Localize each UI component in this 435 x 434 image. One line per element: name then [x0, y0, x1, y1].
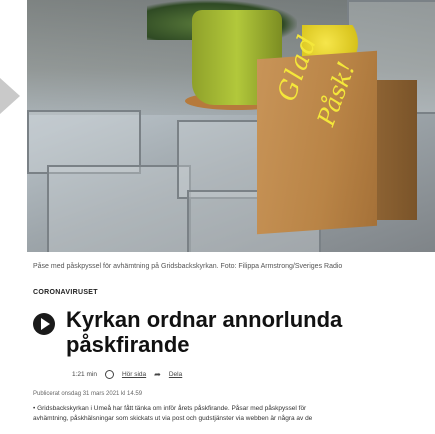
share-link[interactable]: Dela: [169, 371, 182, 378]
audio-duration: 1:21 min: [72, 371, 97, 378]
article-body: • Gridsbackskyrkan i Umeå har fått tänka…: [33, 404, 431, 424]
body-line: avhämtning, påskhälsningar som skickats …: [33, 415, 313, 422]
photo-caption: Påse med påskpyssel för avhämtning på Gr…: [33, 263, 343, 270]
audio-meta: 1:21 min Hör sida ➦ Dela: [72, 370, 182, 379]
share-icon[interactable]: ➦: [154, 370, 161, 379]
news-article-screenshot: Glad Påsk! Påse med påskpyssel för avhäm…: [0, 0, 435, 434]
paper-bag: [257, 50, 377, 235]
play-icon[interactable]: [33, 313, 55, 335]
left-arrow-icon[interactable]: [0, 78, 20, 114]
paving-tile: [47, 165, 191, 252]
published-date: Publicerat onsdag 31 mars 2021 kl 14.59: [33, 391, 143, 397]
article-photo: Glad Påsk!: [27, 0, 435, 252]
listen-link[interactable]: Hör sida: [122, 371, 146, 378]
category-label[interactable]: CORONAVIRUSET: [33, 289, 98, 296]
body-line: • Gridsbackskyrkan i Umeå har fått tänka…: [33, 405, 307, 412]
article-headline: Kyrkan ordnar annorlunda påskfirande: [66, 307, 343, 357]
paper-bag-side: [372, 80, 417, 220]
clock-icon: [104, 370, 114, 379]
